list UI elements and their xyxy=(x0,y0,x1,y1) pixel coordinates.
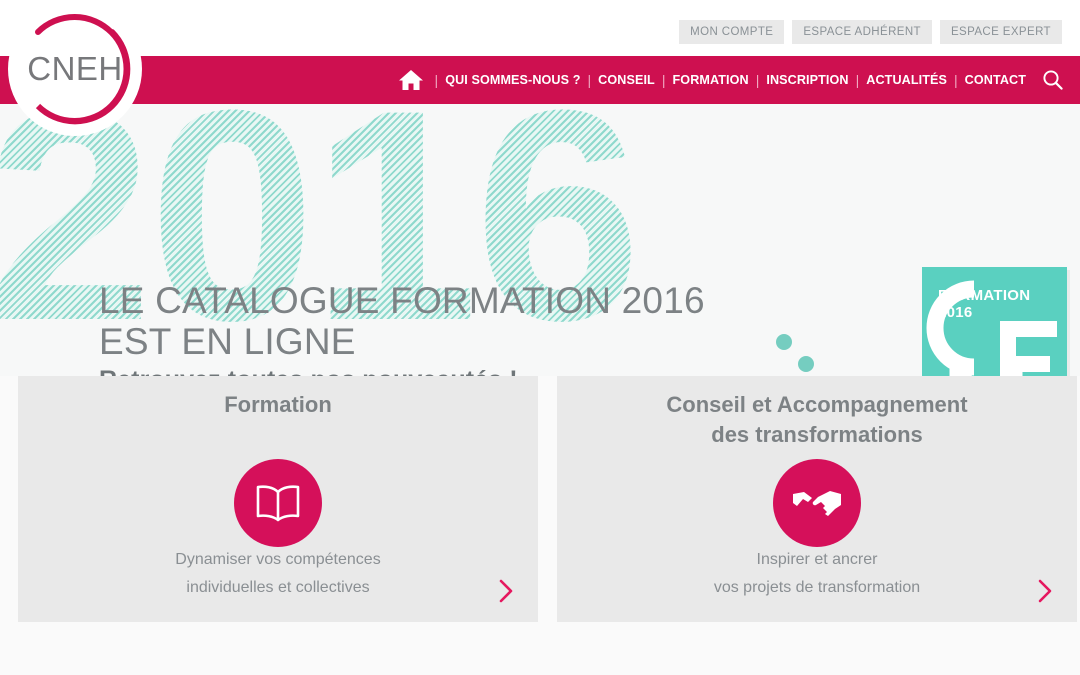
nav-separator: | xyxy=(954,72,958,88)
espace-expert-button[interactable]: ESPACE EXPERT xyxy=(939,20,1062,44)
nav-item-contact[interactable]: CONTACT xyxy=(965,73,1026,87)
nav-separator: | xyxy=(661,72,666,88)
hero-subtitle: Retrouvez toutes nos nouveautés ! xyxy=(99,366,518,376)
nav-item-inscription[interactable]: INSCRIPTION xyxy=(766,73,848,87)
card-title: Formation xyxy=(224,392,332,417)
nav-separator: | xyxy=(587,72,592,88)
service-cards: Formation Dynamiser vos compétences indi… xyxy=(0,376,1080,622)
open-book-icon xyxy=(234,459,322,547)
nav-item-conseil[interactable]: CONSEIL xyxy=(598,73,655,87)
nav-item-actualites[interactable]: ACTUALITÉS xyxy=(866,73,947,87)
card-description: Inspirer et ancrer vos projets de transf… xyxy=(713,551,921,596)
chevron-right-icon[interactable] xyxy=(498,578,514,604)
decorative-dots xyxy=(770,334,840,376)
top-utility-bar: MON COMPTE ESPACE ADHÉRENT ESPACE EXPERT xyxy=(0,0,1080,56)
nav-item-qui-sommes-nous[interactable]: QUI SOMMES-NOUS ? xyxy=(445,73,580,87)
main-navigation-bar: | QUI SOMMES-NOUS ? | CONSEIL | FORMATIO… xyxy=(0,56,1080,104)
nav-separator: | xyxy=(434,72,439,88)
nav-items: | QUI SOMMES-NOUS ? | CONSEIL | FORMATIO… xyxy=(398,56,1064,104)
home-icon[interactable] xyxy=(398,68,428,92)
card-description: Dynamiser vos compétences individuelles … xyxy=(175,551,381,596)
cneh-logo[interactable]: CNEH xyxy=(8,2,142,136)
homepage: MON COMPTE ESPACE ADHÉRENT ESPACE EXPERT… xyxy=(0,0,1080,675)
dot xyxy=(776,334,792,350)
nav-separator: | xyxy=(855,72,860,88)
catalog-title: FORMATION 2016 xyxy=(938,287,1031,321)
catalog-cover[interactable]: FORMATION 2016 CNEH xyxy=(922,267,1067,376)
handshake-icon xyxy=(773,459,861,547)
chevron-right-icon[interactable] xyxy=(1037,578,1053,604)
nav-item-formation[interactable]: FORMATION xyxy=(673,73,749,87)
hero-banner: 2016 LE CATALOGUE FORMATION 2016 EST EN … xyxy=(0,104,1080,376)
logo-text: CNEH xyxy=(27,50,123,87)
utility-links: MON COMPTE ESPACE ADHÉRENT ESPACE EXPERT xyxy=(679,20,1062,44)
search-icon[interactable] xyxy=(1026,69,1064,91)
card-conseil-accompagnement[interactable]: Conseil et Accompagnement des transforma… xyxy=(557,376,1077,622)
mon-compte-button[interactable]: MON COMPTE xyxy=(679,20,785,44)
espace-adherent-button[interactable]: ESPACE ADHÉRENT xyxy=(792,20,932,44)
dot xyxy=(798,356,814,372)
hero-title: LE CATALOGUE FORMATION 2016 EST EN LIGNE xyxy=(99,280,705,362)
catalog-letterforms xyxy=(926,280,1057,376)
card-formation[interactable]: Formation Dynamiser vos compétences indi… xyxy=(18,376,538,622)
nav-separator: | xyxy=(755,72,760,88)
card-title: Conseil et Accompagnement des transforma… xyxy=(666,392,968,447)
